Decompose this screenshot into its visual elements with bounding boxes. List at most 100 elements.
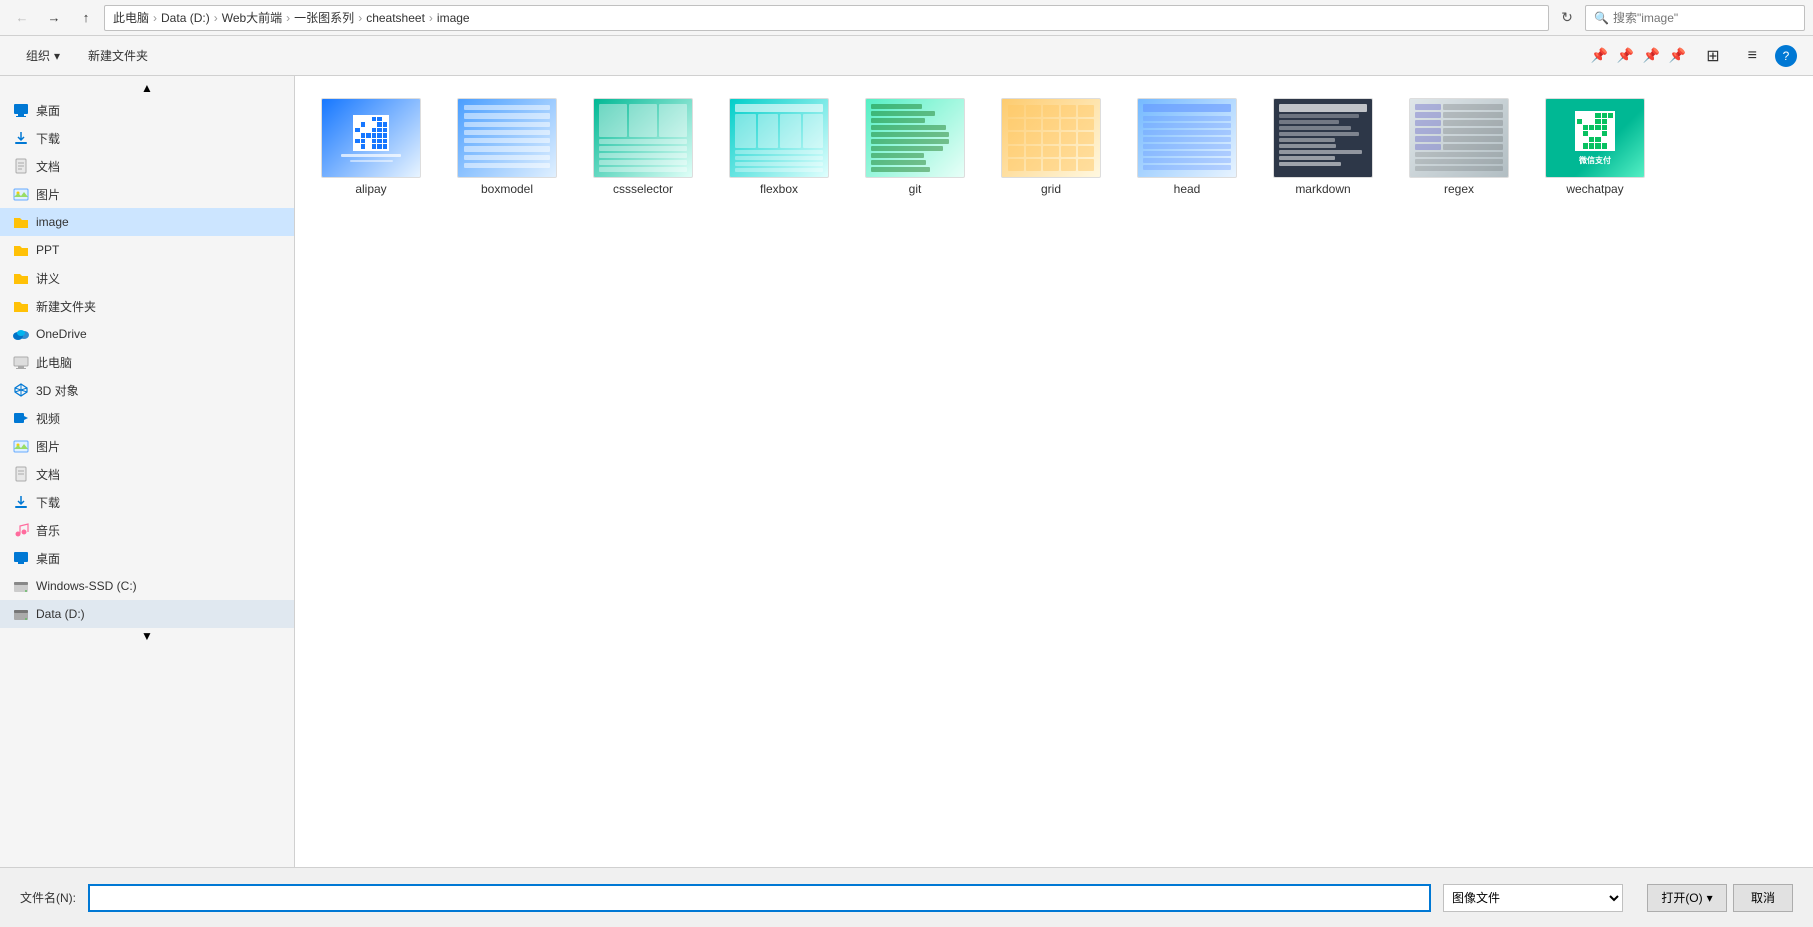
breadcrumb-item-2[interactable]: Web大前端	[222, 9, 282, 26]
file-item-git[interactable]: git	[855, 92, 975, 202]
breadcrumb-item-0[interactable]: 此电脑	[113, 9, 149, 26]
breadcrumb[interactable]: 此电脑 › Data (D:) › Web大前端 › 一张图系列 › cheat…	[104, 5, 1549, 31]
file-thumb-grid	[1001, 98, 1101, 178]
music-icon	[12, 521, 30, 539]
refresh-button[interactable]: ↻	[1553, 4, 1581, 32]
sidebar-item-desktoppc[interactable]: 桌面	[0, 544, 294, 572]
sidebar-label-download: 下载	[36, 130, 60, 147]
view-large-icons-button[interactable]: ⊞	[1696, 42, 1729, 70]
action-buttons: 打开(O) ▾ 取消	[1647, 884, 1793, 912]
file-thumb-boxmodel	[457, 98, 557, 178]
sidebar-item-thispc[interactable]: 此电脑	[0, 348, 294, 376]
view-details-button[interactable]: ≡	[1738, 42, 1767, 70]
sidebar-label-datad: Data (D:)	[36, 607, 85, 621]
search-icon: 🔍	[1594, 11, 1609, 25]
file-name-git: git	[909, 182, 922, 196]
breadcrumb-item-5[interactable]: image	[437, 11, 470, 25]
images-icon	[12, 437, 30, 455]
file-thumb-flexbox	[729, 98, 829, 178]
folder-image-icon	[12, 213, 30, 231]
search-input[interactable]	[1613, 11, 1796, 25]
new-folder-label: 新建文件夹	[88, 47, 148, 64]
sidebar-label-video: 视频	[36, 410, 60, 427]
sidebar-item-desktop[interactable]: 桌面	[0, 96, 294, 124]
sidebar-label-3d: 3D 对象	[36, 382, 79, 399]
file-grid: alipay boxmodel cssselector flexbox git …	[311, 92, 1797, 202]
pin-button-4[interactable]: 📌	[1666, 45, 1688, 67]
sidebar-label-doc: 文档	[36, 158, 60, 175]
file-name-alipay: alipay	[355, 182, 386, 196]
help-button[interactable]: ?	[1775, 45, 1797, 67]
new-folder-button[interactable]: 新建文件夹	[78, 42, 158, 70]
bottom-bar: 文件名(N): 图像文件 打开(O) ▾ 取消	[0, 867, 1813, 927]
organize-button[interactable]: 组织 ▾	[16, 42, 70, 70]
pin-button-2[interactable]: 📌	[1614, 45, 1636, 67]
file-item-markdown[interactable]: markdown	[1263, 92, 1383, 202]
open-button[interactable]: 打开(O) ▾	[1647, 884, 1727, 912]
file-thumb-cssselector	[593, 98, 693, 178]
desktop-pc-icon	[12, 549, 30, 567]
filename-label: 文件名(N):	[20, 889, 76, 906]
sidebar: ▲ 桌面 下载 文档 图片	[0, 76, 295, 867]
sidebar-item-3d[interactable]: 3D 对象	[0, 376, 294, 404]
breadcrumb-item-3[interactable]: 一张图系列	[294, 9, 354, 26]
file-thumb-alipay	[321, 98, 421, 178]
sidebar-item-download[interactable]: 下载	[0, 124, 294, 152]
up-button[interactable]: ↑	[72, 4, 100, 32]
scroll-down-indicator[interactable]: ▼	[0, 628, 294, 644]
file-item-boxmodel[interactable]: boxmodel	[447, 92, 567, 202]
document-icon	[12, 157, 30, 175]
sidebar-label-image: image	[36, 215, 69, 229]
cancel-button[interactable]: 取消	[1733, 884, 1793, 912]
top-navigation-bar: ← → ↑ 此电脑 › Data (D:) › Web大前端 › 一张图系列 ›…	[0, 0, 1813, 36]
file-item-wechatpay[interactable]: 微信支付 wechatpay	[1535, 92, 1655, 202]
pin-button-3[interactable]: 📌	[1640, 45, 1662, 67]
sidebar-item-music[interactable]: 音乐	[0, 516, 294, 544]
file-item-head[interactable]: head	[1127, 92, 1247, 202]
sidebar-item-image[interactable]: image	[0, 208, 294, 236]
sidebar-item-images[interactable]: 图片	[0, 432, 294, 460]
file-item-regex[interactable]: regex	[1399, 92, 1519, 202]
sidebar-label-downloads: 下载	[36, 494, 60, 511]
organize-arrow: ▾	[54, 49, 60, 63]
sidebar-item-winc[interactable]: Windows-SSD (C:)	[0, 572, 294, 600]
pin-button-1[interactable]: 📌	[1588, 45, 1610, 67]
sidebar-item-pic[interactable]: 图片	[0, 180, 294, 208]
file-item-cssselector[interactable]: cssselector	[583, 92, 703, 202]
download-icon	[12, 129, 30, 147]
sidebar-item-lecture[interactable]: 讲义	[0, 264, 294, 292]
back-button[interactable]: ←	[8, 4, 36, 32]
file-thumb-wechatpay: 微信支付	[1545, 98, 1645, 178]
3d-icon	[12, 381, 30, 399]
file-item-grid[interactable]: grid	[991, 92, 1111, 202]
sidebar-item-doc[interactable]: 文档	[0, 152, 294, 180]
filetype-select[interactable]: 图像文件	[1443, 884, 1623, 912]
sidebar-label-images: 图片	[36, 438, 60, 455]
organize-label: 组织	[26, 47, 50, 64]
sidebar-item-newfolder[interactable]: 新建文件夹	[0, 292, 294, 320]
main-layout: ▲ 桌面 下载 文档 图片	[0, 76, 1813, 867]
drive-d-icon	[12, 605, 30, 623]
sidebar-item-ppt[interactable]: PPT	[0, 236, 294, 264]
sidebar-item-documents[interactable]: 文档	[0, 460, 294, 488]
search-box: 🔍	[1585, 5, 1805, 31]
sidebar-item-downloads[interactable]: 下载	[0, 488, 294, 516]
breadcrumb-item-4[interactable]: cheatsheet	[366, 11, 425, 25]
sidebar-label-lecture: 讲义	[36, 270, 60, 287]
folder-ppt-icon	[12, 241, 30, 259]
breadcrumb-item-1[interactable]: Data (D:)	[161, 11, 210, 25]
onedrive-icon	[12, 325, 30, 343]
filename-input[interactable]	[88, 884, 1431, 912]
forward-button[interactable]: →	[40, 4, 68, 32]
file-item-flexbox[interactable]: flexbox	[719, 92, 839, 202]
file-name-grid: grid	[1041, 182, 1061, 196]
sidebar-item-video[interactable]: 视频	[0, 404, 294, 432]
sidebar-item-onedrive[interactable]: OneDrive	[0, 320, 294, 348]
sidebar-item-datad[interactable]: Data (D:)	[0, 600, 294, 628]
file-name-boxmodel: boxmodel	[481, 182, 533, 196]
downloads-icon	[12, 493, 30, 511]
scroll-up-indicator[interactable]: ▲	[0, 80, 294, 96]
file-name-head: head	[1174, 182, 1201, 196]
file-thumb-markdown	[1273, 98, 1373, 178]
file-item-alipay[interactable]: alipay	[311, 92, 431, 202]
